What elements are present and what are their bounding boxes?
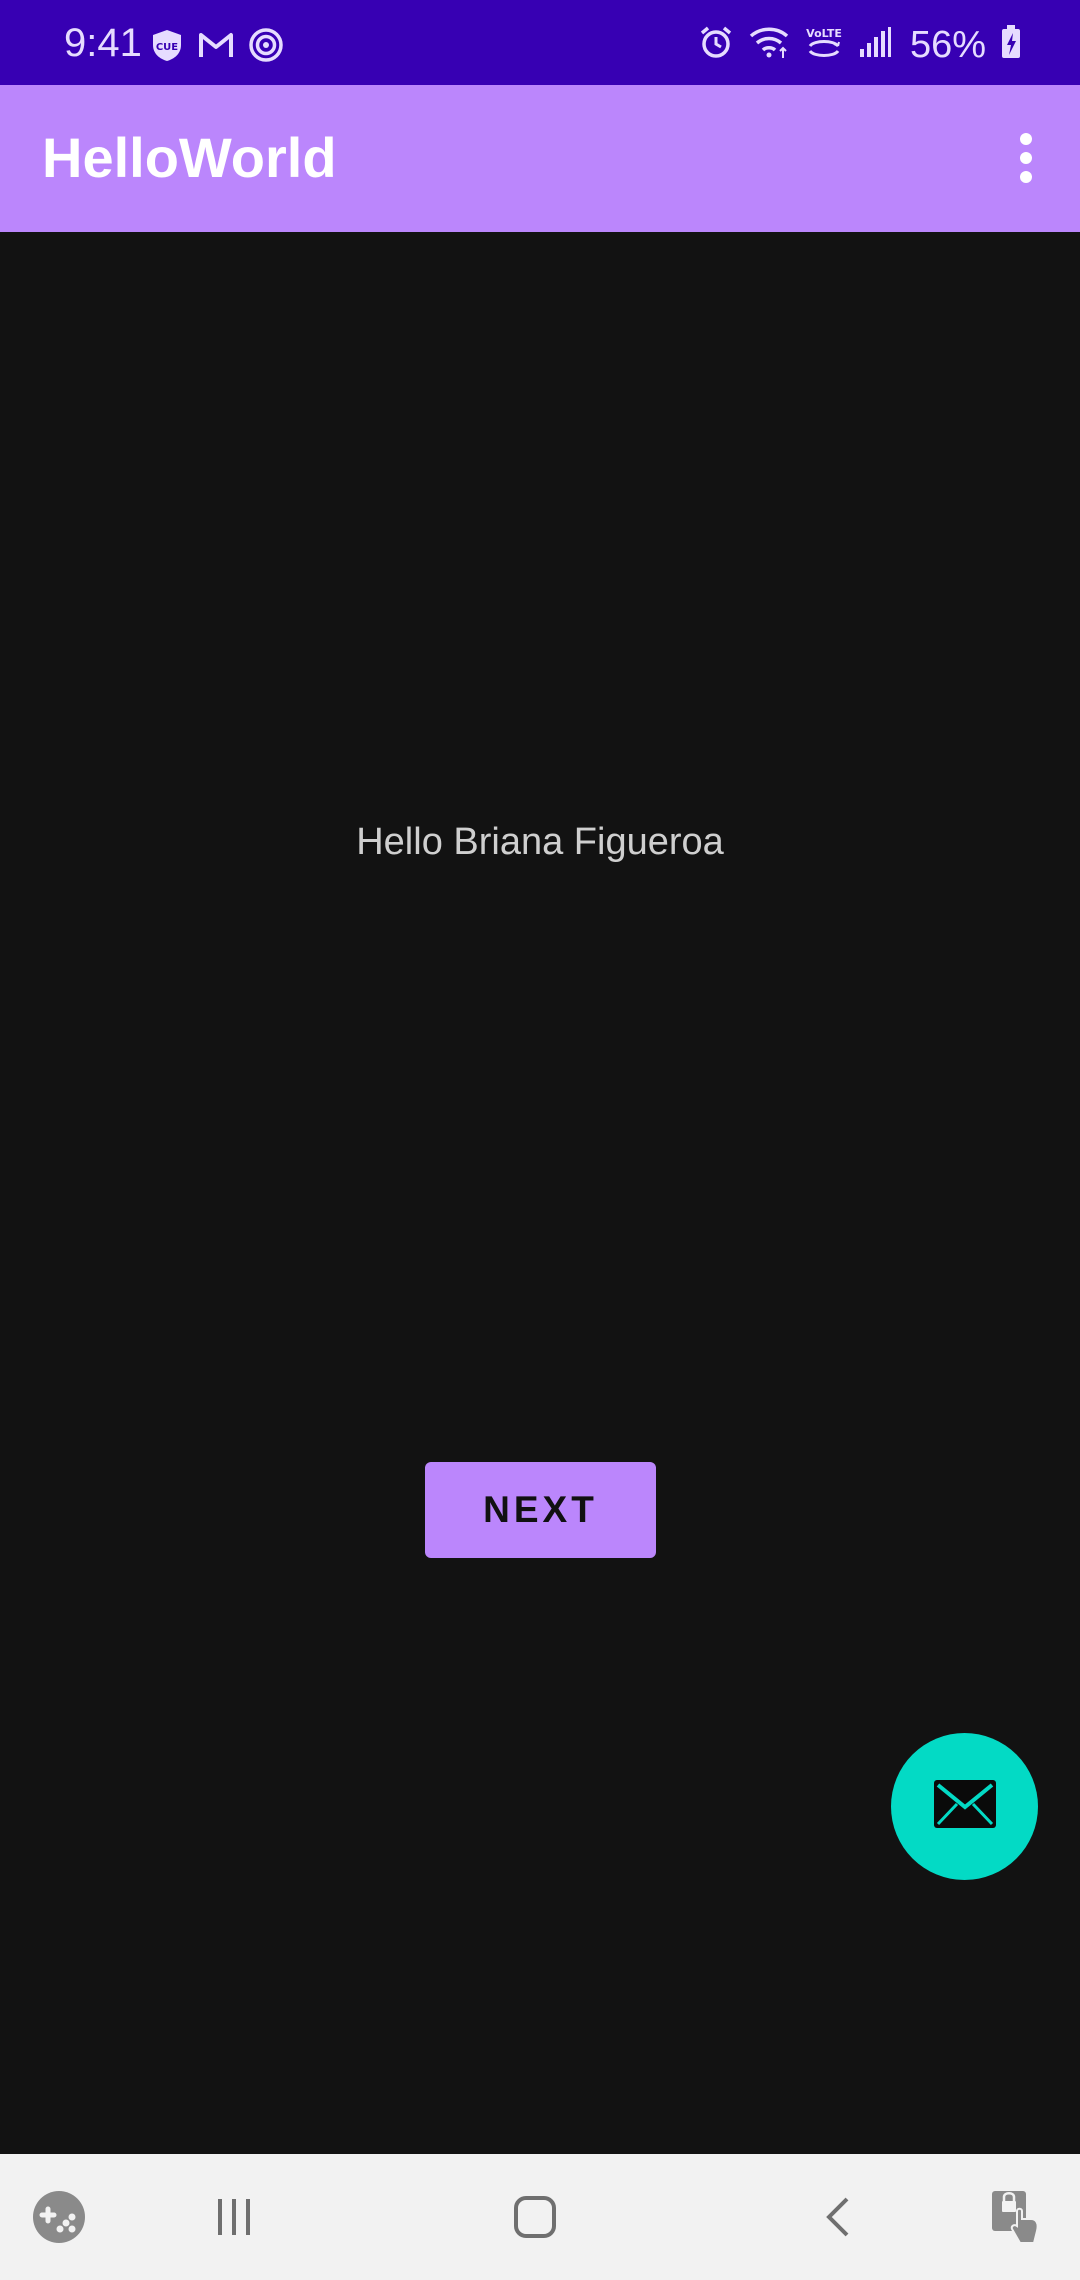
overflow-menu-button[interactable]: [998, 125, 1054, 191]
home-button[interactable]: [500, 2184, 570, 2254]
cue-shield-icon: CUE: [150, 28, 184, 67]
status-time: 9:41: [64, 21, 142, 65]
main-content: Hello Briana Figueroa NEXT: [0, 232, 1080, 2154]
back-button[interactable]: [804, 2184, 874, 2254]
battery-percentage: 56%: [909, 23, 986, 66]
signal-icon: [858, 25, 892, 64]
status-bar: 9:41 CUE VoLTE 56%: [0, 0, 1080, 85]
app-bar: HelloWorld: [0, 85, 1080, 232]
target-icon: [248, 27, 284, 68]
recents-icon: [210, 2193, 258, 2246]
mail-icon: [932, 1778, 998, 1835]
recents-button[interactable]: [199, 2184, 269, 2254]
greeting-text: Hello Briana Figueroa: [356, 821, 724, 863]
navigation-bar: [0, 2154, 1080, 2280]
alarm-icon: [698, 24, 734, 65]
screen-pinning-icon: [987, 2187, 1047, 2252]
screen-pinning-button[interactable]: [982, 2184, 1052, 2254]
battery-charging-icon: [1000, 24, 1022, 65]
status-right-icons: VoLTE 56%: [698, 24, 1022, 65]
back-icon: [815, 2193, 863, 2246]
wifi-icon: [748, 24, 790, 65]
volte-icon: VoLTE: [804, 24, 844, 65]
status-left-icons: CUE: [150, 27, 284, 68]
home-icon: [511, 2193, 559, 2246]
svg-text:VoLTE: VoLTE: [806, 27, 842, 40]
game-launcher-button[interactable]: [24, 2184, 94, 2254]
svg-text:CUE: CUE: [156, 42, 178, 53]
overflow-menu-icon: [998, 133, 1054, 195]
game-launcher-icon: [31, 2189, 87, 2250]
mail-fab[interactable]: [891, 1733, 1038, 1880]
next-button[interactable]: NEXT: [425, 1462, 656, 1558]
app-title: HelloWorld: [42, 126, 337, 189]
gmail-icon: [198, 30, 234, 65]
